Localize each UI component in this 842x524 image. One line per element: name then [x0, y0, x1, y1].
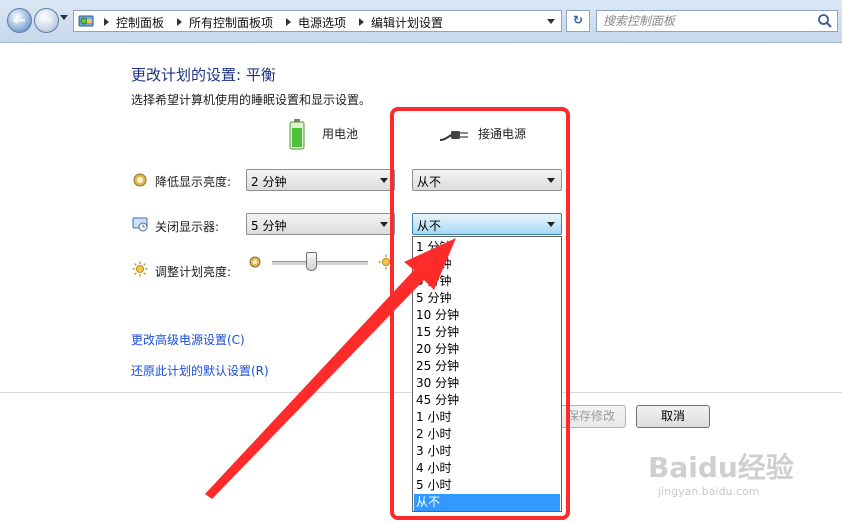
address-bar[interactable]: 控制面板 所有控制面板项 电源选项 编辑计划设置	[73, 10, 562, 32]
page-title: 更改计划的设置: 平衡	[131, 66, 276, 84]
navigation-bar: ← → 控制面板 所有控制面板项 电源选项 编辑计划设置 ↻	[0, 0, 842, 43]
dim-display-plugged-select[interactable]: 从不	[412, 169, 562, 191]
breadcrumb-power-options[interactable]: 电源选项	[298, 14, 346, 31]
breadcrumb-separator-icon	[286, 18, 291, 26]
cancel-button[interactable]: 取消	[636, 405, 710, 428]
dropdown-option[interactable]: 45 分钟	[414, 392, 560, 409]
dropdown-option[interactable]: 30 分钟	[414, 375, 560, 392]
chevron-down-icon	[547, 222, 555, 227]
dropdown-option[interactable]: 20 分钟	[414, 341, 560, 358]
turn-off-display-battery-select[interactable]: 5 分钟	[246, 213, 395, 235]
brightness-low-icon	[249, 256, 261, 268]
dim-display-label: 降低显示亮度:	[155, 175, 232, 189]
battery-icon	[289, 119, 305, 150]
recent-pages-dropdown-icon[interactable]	[60, 15, 68, 20]
dropdown-option[interactable]: 15 分钟	[414, 324, 560, 341]
brightness-icon	[132, 261, 148, 277]
dim-display-icon	[133, 173, 147, 187]
breadcrumb-separator-icon	[359, 18, 364, 26]
brightness-label: 调整计划亮度:	[155, 265, 232, 279]
dropdown-option[interactable]: 3 小时	[414, 443, 560, 460]
brightness-high-icon	[378, 254, 394, 270]
control-panel-icon	[78, 15, 94, 27]
search-input[interactable]	[603, 13, 808, 29]
search-icon[interactable]	[817, 13, 833, 29]
breadcrumb-edit-plan[interactable]: 编辑计划设置	[371, 14, 443, 31]
save-changes-button[interactable]: 保存修改	[556, 405, 626, 428]
turn-off-display-label: 关闭显示器:	[155, 220, 220, 234]
turn-off-display-options-list[interactable]: 1 分钟 2 分钟 3 分钟 5 分钟 10 分钟 15 分钟 20 分钟 25 分钟 30 分…	[412, 236, 562, 512]
chevron-down-icon	[547, 178, 555, 183]
baidu-watermark: Baidu经验	[648, 451, 794, 484]
chevron-down-icon	[380, 178, 388, 183]
chevron-down-icon	[380, 222, 388, 227]
dropdown-option[interactable]: 从不	[414, 494, 560, 511]
dropdown-option[interactable]: 4 小时	[414, 460, 560, 477]
advanced-power-settings-link[interactable]: 更改高级电源设置(C)	[131, 331, 245, 348]
dropdown-option[interactable]: 5 小时	[414, 477, 560, 494]
dim-display-battery-value: 2 分钟	[251, 175, 287, 189]
breadcrumb-all-items[interactable]: 所有控制面板项	[189, 14, 273, 31]
breadcrumb-control-panel[interactable]: 控制面板	[116, 14, 164, 31]
address-dropdown-icon[interactable]	[547, 19, 555, 24]
brightness-slider-track[interactable]	[272, 261, 368, 266]
dropdown-option[interactable]: 2 小时	[414, 426, 560, 443]
battery-column-header: 用电池	[322, 127, 359, 141]
baidu-watermark-url: jingyan.baidu.com	[658, 485, 760, 498]
dropdown-option[interactable]: 10 分钟	[414, 307, 560, 324]
back-button[interactable]: ←	[7, 8, 32, 33]
breadcrumb-separator-icon	[104, 18, 109, 26]
dropdown-option[interactable]: 2 分钟	[414, 256, 560, 273]
power-plug-icon	[439, 131, 468, 141]
dropdown-option[interactable]: 3 分钟	[414, 273, 560, 290]
dropdown-option[interactable]: 1 分钟	[414, 239, 560, 256]
dim-display-plugged-value: 从不	[417, 175, 442, 189]
dropdown-option[interactable]: 5 分钟	[414, 290, 560, 307]
dropdown-option[interactable]: 1 小时	[414, 409, 560, 426]
page-subtitle: 选择希望计算机使用的睡眠设置和显示设置。	[131, 93, 372, 107]
turn-off-display-plugged-value: 从不	[417, 219, 442, 233]
brightness-slider-thumb[interactable]	[306, 252, 317, 271]
turn-off-display-battery-value: 5 分钟	[251, 219, 287, 233]
turn-off-display-plugged-select[interactable]: 从不	[412, 213, 562, 235]
restore-defaults-link[interactable]: 还原此计划的默认设置(R)	[131, 362, 269, 379]
dim-display-battery-select[interactable]: 2 分钟	[246, 169, 395, 191]
breadcrumb-separator-icon	[177, 18, 182, 26]
refresh-button[interactable]: ↻	[566, 10, 590, 32]
search-box[interactable]	[596, 10, 838, 32]
plugged-in-column-header: 接通电源	[478, 127, 527, 141]
forward-button[interactable]: →	[34, 8, 59, 33]
display-off-icon	[132, 217, 148, 232]
dropdown-option[interactable]: 25 分钟	[414, 358, 560, 375]
